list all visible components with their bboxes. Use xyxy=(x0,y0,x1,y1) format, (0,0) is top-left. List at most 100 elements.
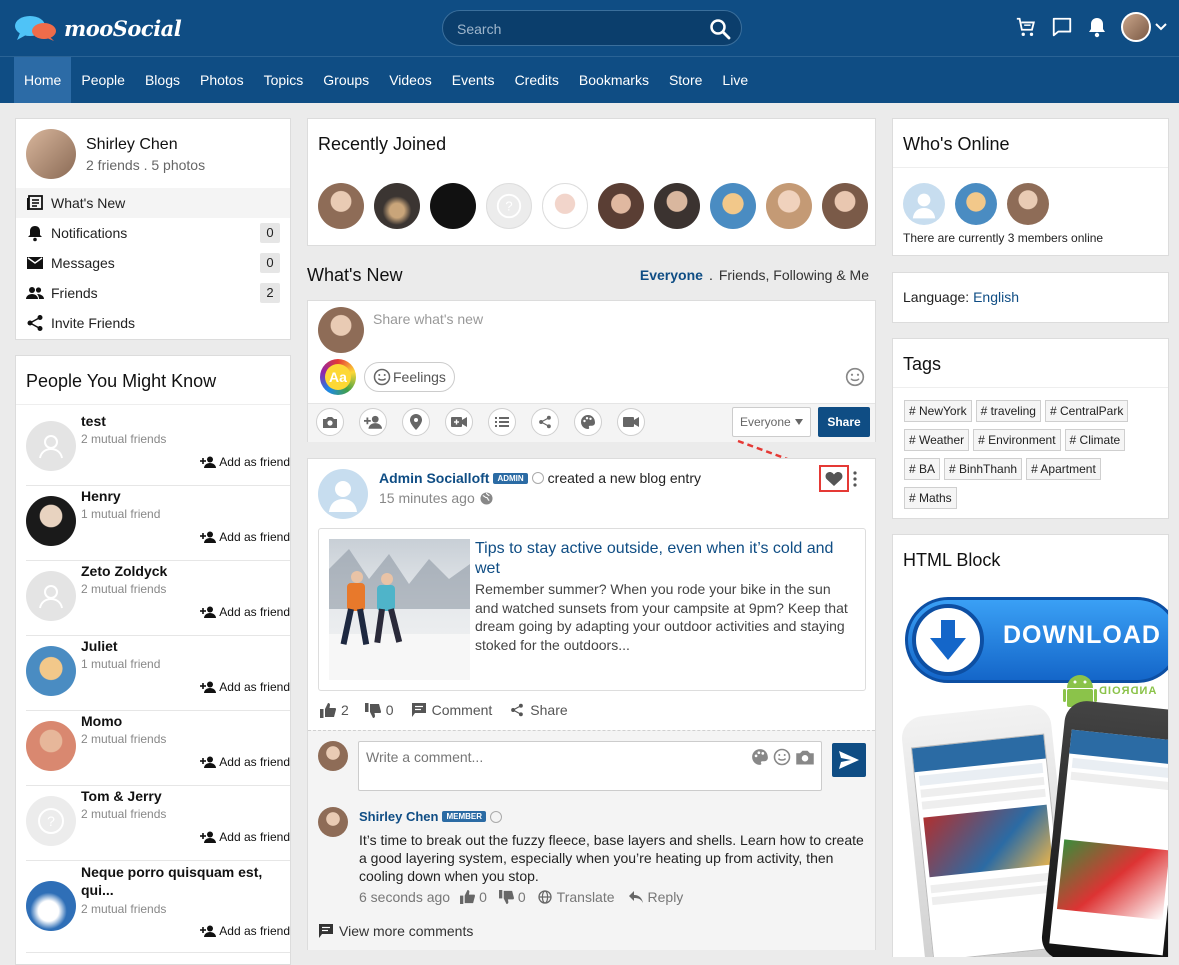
comment-author[interactable]: Shirley Chen xyxy=(359,809,438,824)
avatar[interactable] xyxy=(1007,183,1049,225)
nav-item-photos[interactable]: Photos xyxy=(190,57,254,103)
nav-item-topics[interactable]: Topics xyxy=(254,57,314,103)
avatar[interactable] xyxy=(318,807,348,837)
comment-button[interactable]: Comment xyxy=(411,702,492,718)
more-options-icon[interactable] xyxy=(852,471,858,487)
person-name[interactable]: Neque porro quisquam est, qui... xyxy=(81,863,271,899)
add-as-friend-button[interactable]: Add as friend xyxy=(200,455,290,469)
view-more-comments[interactable]: View more comments xyxy=(319,923,473,939)
avatar[interactable] xyxy=(1121,12,1151,42)
blog-thumbnail[interactable] xyxy=(329,539,470,680)
avatar[interactable] xyxy=(710,183,756,229)
privacy-select[interactable]: Everyone xyxy=(732,407,811,437)
avatar[interactable] xyxy=(318,307,364,353)
avatar[interactable] xyxy=(26,421,76,471)
sidebar-item-whats-new[interactable]: What's New xyxy=(16,188,290,218)
search-input[interactable] xyxy=(457,19,697,39)
avatar[interactable] xyxy=(318,741,348,771)
profile-name[interactable]: Shirley Chen xyxy=(86,136,178,154)
user-menu[interactable] xyxy=(1121,12,1167,42)
video-icon[interactable] xyxy=(617,408,645,436)
translate-button[interactable]: Translate xyxy=(538,889,615,905)
emoji-icon[interactable] xyxy=(845,367,865,387)
comment-like-button[interactable]: 0 xyxy=(460,889,487,905)
bookmark-heart-button[interactable] xyxy=(819,465,849,492)
person-name[interactable]: Tom & Jerry xyxy=(81,788,162,804)
add-as-friend-button[interactable]: Add as friend xyxy=(200,830,290,844)
blog-preview[interactable]: Tips to stay active outside, even when i… xyxy=(318,528,866,691)
palette-icon[interactable] xyxy=(751,748,769,766)
add-as-friend-button[interactable]: Add as friend xyxy=(200,680,290,694)
bell-icon[interactable] xyxy=(1087,16,1107,38)
dislike-button[interactable]: 0 xyxy=(364,702,394,718)
add-as-friend-button[interactable]: Add as friend xyxy=(200,605,290,619)
nav-item-groups[interactable]: Groups xyxy=(313,57,379,103)
filter-friends-following-me[interactable]: Friends, Following & Me xyxy=(719,267,869,283)
post-author[interactable]: Admin Socialloft xyxy=(379,470,489,486)
avatar[interactable] xyxy=(542,183,588,229)
share-button[interactable]: Share xyxy=(818,407,870,437)
avatar[interactable] xyxy=(26,646,76,696)
person-name[interactable]: Momo xyxy=(81,713,122,729)
person-name[interactable]: Henry xyxy=(81,488,121,504)
tag-item[interactable]: # Environment xyxy=(973,429,1061,451)
smile-icon[interactable] xyxy=(773,748,791,766)
avatar[interactable]: ? xyxy=(26,796,76,846)
share-icon[interactable] xyxy=(531,408,559,436)
add-as-friend-button[interactable]: Add as friend xyxy=(200,924,290,938)
post-time[interactable]: 15 minutes ago xyxy=(379,490,475,506)
tag-item[interactable]: # NewYork xyxy=(904,400,972,422)
feelings-button[interactable]: Feelings xyxy=(364,362,455,392)
comment-input[interactable]: Write a comment... xyxy=(358,741,822,791)
add-as-friend-button[interactable]: Add as friend xyxy=(200,755,290,769)
person-name[interactable]: Zeto Zoldyck xyxy=(81,563,167,579)
tag-item[interactable]: # Apartment xyxy=(1026,458,1101,480)
language-link[interactable]: English xyxy=(973,289,1019,305)
blog-title[interactable]: Tips to stay active outside, even when i… xyxy=(475,539,855,579)
avatar[interactable] xyxy=(654,183,700,229)
like-button[interactable]: 2 xyxy=(320,702,349,718)
avatar[interactable] xyxy=(822,183,868,229)
text-style-button[interactable]: Aa xyxy=(320,359,356,395)
avatar[interactable] xyxy=(318,469,368,519)
nav-item-events[interactable]: Events xyxy=(442,57,505,103)
avatar[interactable] xyxy=(26,129,76,179)
nav-item-live[interactable]: Live xyxy=(712,57,758,103)
nav-item-blogs[interactable]: Blogs xyxy=(135,57,190,103)
composer-input[interactable]: Share what's new xyxy=(373,311,483,327)
nav-item-store[interactable]: Store xyxy=(659,57,712,103)
person-name[interactable]: Juliet xyxy=(81,638,118,654)
nav-item-bookmarks[interactable]: Bookmarks xyxy=(569,57,659,103)
add-as-friend-button[interactable]: Add as friend xyxy=(200,530,290,544)
avatar[interactable]: ? xyxy=(486,183,532,229)
camera-icon[interactable] xyxy=(316,408,344,436)
tag-item[interactable]: # traveling xyxy=(975,400,1041,422)
sidebar-item-invite-friends[interactable]: Invite Friends xyxy=(16,308,290,338)
tag-item[interactable]: # Weather xyxy=(904,429,970,451)
avatar[interactable] xyxy=(955,183,997,225)
location-icon[interactable] xyxy=(402,408,430,436)
search-box[interactable] xyxy=(442,10,742,46)
sidebar-item-notifications[interactable]: Notifications 0 xyxy=(16,218,290,248)
filter-everyone[interactable]: Everyone xyxy=(640,267,703,283)
avatar[interactable] xyxy=(26,881,76,931)
nav-item-people[interactable]: People xyxy=(71,57,135,103)
avatar[interactable] xyxy=(766,183,812,229)
sidebar-item-messages[interactable]: Messages 0 xyxy=(16,248,290,278)
tag-item[interactable]: # BinhThanh xyxy=(944,458,1023,480)
avatar[interactable] xyxy=(430,183,476,229)
tag-item[interactable]: # Maths xyxy=(904,487,957,509)
avatar[interactable] xyxy=(374,183,420,229)
nav-item-home[interactable]: Home xyxy=(14,57,72,103)
cart-icon[interactable] xyxy=(1015,16,1037,38)
tag-item[interactable]: # BA xyxy=(904,458,941,480)
video-add-icon[interactable] xyxy=(445,408,473,436)
avatar[interactable] xyxy=(598,183,644,229)
tag-friends-icon[interactable] xyxy=(359,408,387,436)
list-icon[interactable] xyxy=(488,408,516,436)
chat-icon[interactable] xyxy=(1051,16,1073,38)
person-name[interactable]: test xyxy=(81,413,106,429)
globe-icon[interactable] xyxy=(480,491,493,505)
comment-time[interactable]: 6 seconds ago xyxy=(359,889,450,905)
sidebar-item-friends[interactable]: Friends 2 xyxy=(16,278,290,308)
